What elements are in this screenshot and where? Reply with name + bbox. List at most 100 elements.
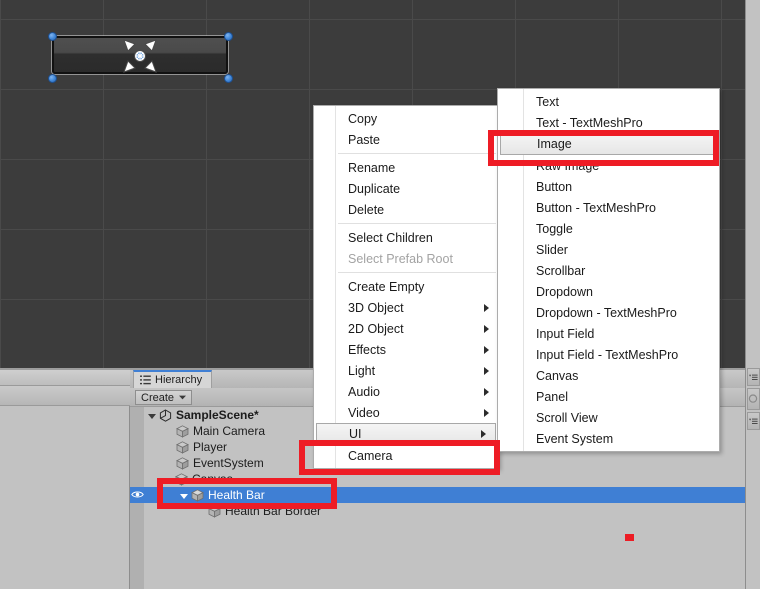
expand-arrow[interactable]: [164, 477, 172, 483]
hierarchy-row-health-bar-border[interactable]: Health Bar Border: [130, 503, 745, 519]
menu-item-effects[interactable]: Effects: [314, 339, 498, 360]
ui-menu-item-label: Toggle: [536, 221, 573, 236]
gameobject-cube-icon: [175, 472, 188, 486]
menu-item-light[interactable]: Light: [314, 360, 498, 381]
expand-arrow[interactable]: [148, 413, 156, 419]
submenu-arrow-icon: [484, 408, 489, 417]
menu-item-delete[interactable]: Delete: [314, 199, 498, 220]
create-button[interactable]: Create: [135, 390, 193, 405]
ui-menu-item-input-field[interactable]: Input Field: [498, 323, 719, 344]
ui-menu-item-label: Scrollbar: [536, 263, 586, 278]
menu-item-camera[interactable]: Camera: [314, 445, 498, 466]
ui-menu-item-slider[interactable]: Slider: [498, 239, 719, 260]
ui-menu-item-canvas[interactable]: Canvas: [498, 365, 719, 386]
expand-arrow[interactable]: [180, 493, 188, 499]
hierarchy-row-label: Main Camera: [193, 424, 266, 438]
ui-menu-item-label: Dropdown: [536, 284, 593, 299]
ui-menu-item-scroll-view[interactable]: Scroll View: [498, 407, 719, 428]
ui-menu-item-dropdown[interactable]: Dropdown: [498, 281, 719, 302]
submenu-arrow-icon: [484, 324, 489, 333]
ui-menu-item-label: Text - TextMeshPro: [536, 115, 643, 130]
menu-item-paste[interactable]: Paste: [314, 129, 498, 150]
ui-submenu[interactable]: Text Text - TextMeshPro Image Raw Image Butt…: [497, 88, 720, 452]
menu-item-label: Copy: [348, 111, 378, 126]
menu-item-label: Select Children: [348, 230, 433, 245]
right-dock-list-icon[interactable]: [747, 412, 760, 430]
hierarchy-row-label: Canvas: [192, 472, 233, 486]
hierarchy-row-canvas[interactable]: Canvas: [130, 471, 745, 487]
menu-item-create-empty[interactable]: Create Empty: [314, 276, 498, 297]
ui-menu-item-text-textmeshpro[interactable]: Text - TextMeshPro: [498, 112, 719, 133]
tab-hierarchy[interactable]: Hierarchy: [133, 370, 213, 388]
ui-menu-item-label: Button - TextMeshPro: [536, 200, 656, 215]
eye-icon[interactable]: [131, 489, 144, 500]
menu-item-label: Select Prefab Root: [348, 251, 453, 266]
hierarchy-row-health-bar[interactable]: Health Bar: [130, 487, 745, 503]
menu-item-select-children[interactable]: Select Children: [314, 227, 498, 248]
hierarchy-row-label: Player: [193, 440, 228, 454]
gameobject-cube-icon: [176, 424, 189, 438]
ui-menu-item-label: Text: [536, 94, 559, 109]
ui-menu-item-label: Slider: [536, 242, 568, 257]
hierarchy-row-label: Health Bar: [208, 488, 265, 502]
resize-handle-bottom-right[interactable]: [224, 74, 233, 83]
context-menu[interactable]: Copy Paste Rename Duplicate Delete Select Chi…: [313, 105, 499, 469]
adjacent-panel-titlebar: [0, 370, 130, 386]
menu-item-video[interactable]: Video: [314, 402, 498, 423]
menu-item-rename[interactable]: Rename: [314, 157, 498, 178]
menu-item-ui[interactable]: UI: [316, 423, 496, 445]
right-dock-strip: [745, 0, 760, 589]
hierarchy-icon: [140, 375, 151, 385]
ui-menu-item-input-field-textmeshpro[interactable]: Input Field - TextMeshPro: [498, 344, 719, 365]
ui-menu-item-button[interactable]: Button: [498, 176, 719, 197]
menu-item-3d-object[interactable]: 3D Object: [314, 297, 498, 318]
gameobject-cube-icon: [176, 440, 189, 454]
ui-menu-item-dropdown-textmeshpro[interactable]: Dropdown - TextMeshPro: [498, 302, 719, 323]
ui-menu-item-panel[interactable]: Panel: [498, 386, 719, 407]
gameobject-cube-icon: [176, 456, 189, 470]
cursor-marker: [625, 534, 634, 541]
menu-item-label: UI: [349, 427, 362, 441]
ui-menu-item-image[interactable]: Image: [500, 133, 717, 155]
menu-item-label: Video: [348, 405, 380, 420]
ui-menu-item-scrollbar[interactable]: Scrollbar: [498, 260, 719, 281]
menu-item-label: Audio: [348, 384, 380, 399]
ui-menu-item-text[interactable]: Text: [498, 91, 719, 112]
ui-menu-item-toggle[interactable]: Toggle: [498, 218, 719, 239]
gameobject-cube-icon: [191, 488, 204, 502]
hierarchy-row-label: SampleScene*: [176, 408, 259, 422]
adjacent-panel-toolbar: [0, 386, 130, 406]
menu-item-label: Camera: [348, 448, 393, 463]
gameobject-cube-icon: [208, 504, 221, 518]
menu-item-label: Light: [348, 363, 376, 378]
resize-handle-bottom-left[interactable]: [48, 74, 57, 83]
menu-item-label: Effects: [348, 342, 386, 357]
create-button-label: Create: [141, 391, 175, 404]
menu-item-2d-object[interactable]: 2D Object: [314, 318, 498, 339]
menu-item-label: Rename: [348, 160, 396, 175]
submenu-arrow-icon: [484, 366, 489, 375]
right-dock-menu-icon[interactable]: [747, 368, 760, 386]
chevron-down-icon: [179, 395, 187, 400]
menu-separator: [338, 153, 496, 154]
move-gizmo[interactable]: [121, 37, 159, 75]
resize-handle-top-right[interactable]: [224, 32, 233, 41]
submenu-arrow-icon: [484, 387, 489, 396]
menu-item-label: Paste: [348, 132, 380, 147]
right-dock-search-icon[interactable]: [747, 388, 760, 410]
ui-menu-item-label: Image: [537, 137, 572, 151]
menu-item-copy[interactable]: Copy: [314, 108, 498, 129]
ui-menu-item-label: Input Field - TextMeshPro: [536, 347, 679, 362]
ui-menu-item-event-system[interactable]: Event System: [498, 428, 719, 449]
ui-menu-item-raw-image[interactable]: Raw Image: [498, 155, 719, 176]
submenu-arrow-icon: [484, 345, 489, 354]
ui-menu-item-label: Panel: [536, 389, 568, 404]
menu-separator: [338, 272, 496, 273]
ui-menu-item-label: Input Field: [536, 326, 595, 341]
ui-menu-item-button-textmeshpro[interactable]: Button - TextMeshPro: [498, 197, 719, 218]
resize-handle-top-left[interactable]: [48, 32, 57, 41]
menu-item-select-prefab-root: Select Prefab Root: [314, 248, 498, 269]
menu-item-audio[interactable]: Audio: [314, 381, 498, 402]
menu-item-duplicate[interactable]: Duplicate: [314, 178, 498, 199]
hierarchy-row-label: Health Bar Border: [225, 504, 322, 518]
